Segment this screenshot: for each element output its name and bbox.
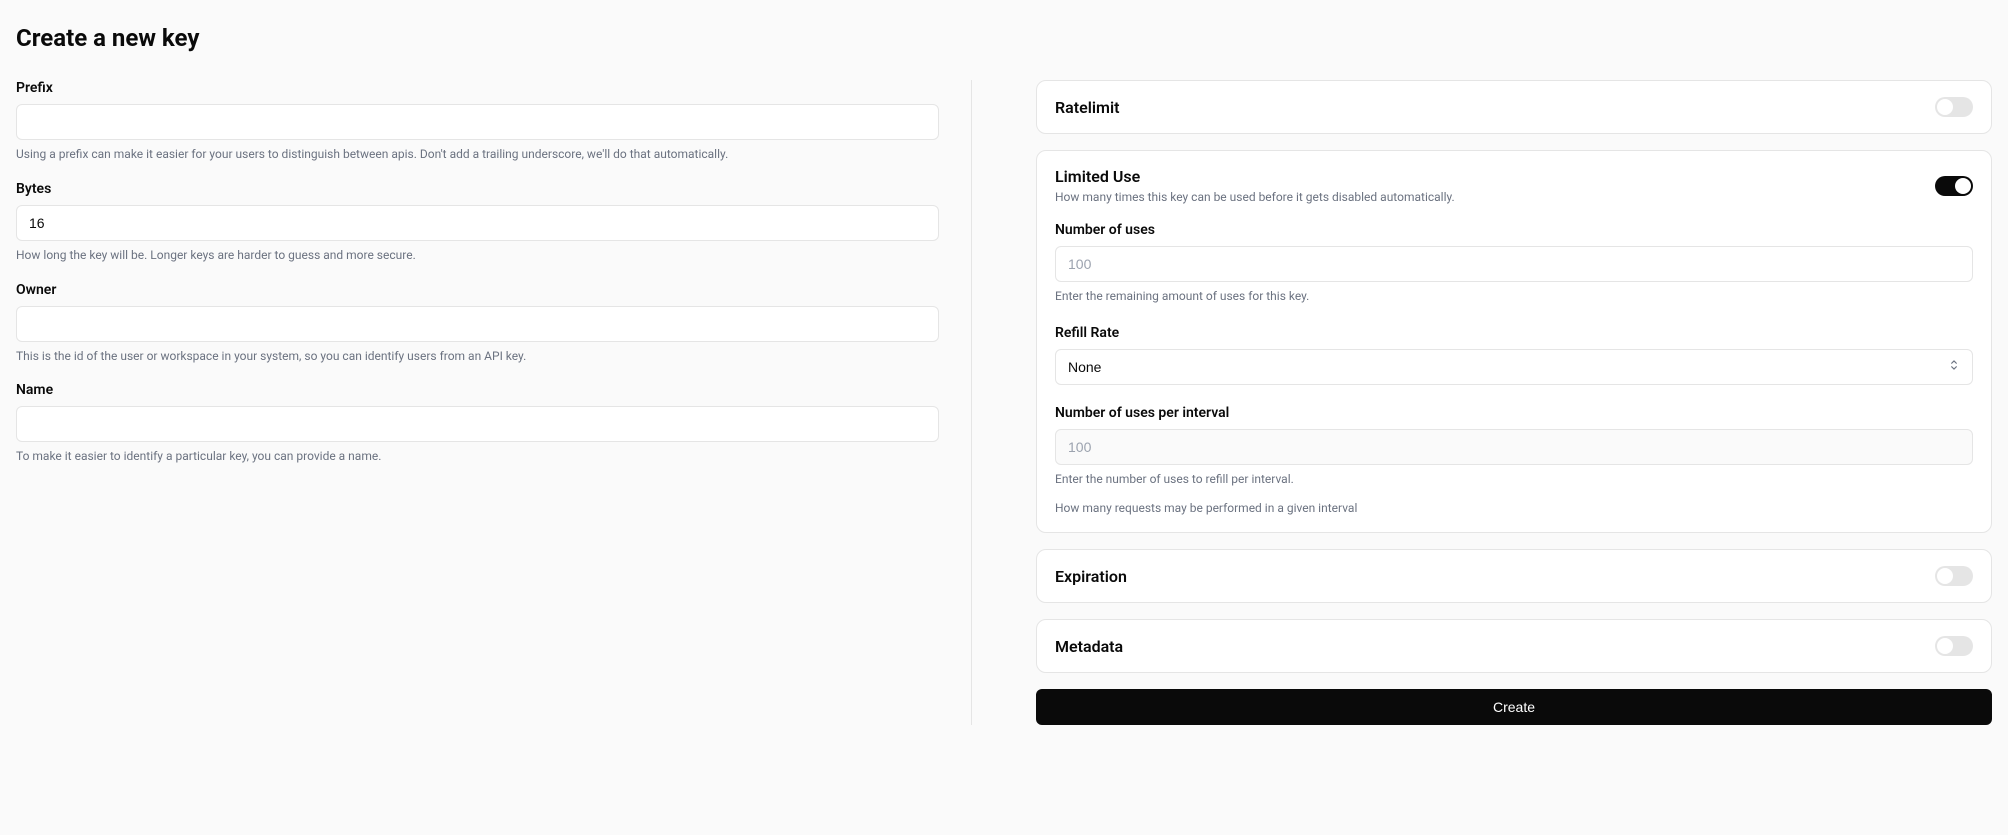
owner-label: Owner bbox=[16, 282, 939, 298]
owner-input[interactable] bbox=[16, 306, 939, 342]
expiration-card: Expiration bbox=[1036, 549, 1992, 603]
expiration-title: Expiration bbox=[1055, 567, 1127, 586]
page-title: Create a new key bbox=[16, 24, 1992, 52]
ratelimit-title: Ratelimit bbox=[1055, 98, 1119, 117]
metadata-toggle[interactable] bbox=[1935, 636, 1973, 656]
prefix-field: Prefix Using a prefix can make it easier… bbox=[16, 80, 939, 163]
limited-use-toggle[interactable] bbox=[1935, 176, 1973, 196]
refill-rate-label: Refill Rate bbox=[1055, 325, 1973, 341]
number-of-uses-help: Enter the remaining amount of uses for t… bbox=[1055, 288, 1973, 305]
expiration-toggle[interactable] bbox=[1935, 566, 1973, 586]
ratelimit-card: Ratelimit bbox=[1036, 80, 1992, 134]
prefix-help: Using a prefix can make it easier for yo… bbox=[16, 146, 939, 163]
create-button[interactable]: Create bbox=[1036, 689, 1992, 725]
bytes-help: How long the key will be. Longer keys ar… bbox=[16, 247, 939, 264]
metadata-title: Metadata bbox=[1055, 637, 1123, 656]
number-of-uses-input[interactable] bbox=[1055, 246, 1973, 282]
limited-use-subtitle: How many times this key can be used befo… bbox=[1055, 190, 1455, 204]
owner-field: Owner This is the id of the user or work… bbox=[16, 282, 939, 365]
refill-rate-select[interactable]: None bbox=[1055, 349, 1973, 385]
owner-help: This is the id of the user or workspace … bbox=[16, 348, 939, 365]
uses-per-interval-field: Number of uses per interval Enter the nu… bbox=[1055, 405, 1973, 517]
bytes-field: Bytes How long the key will be. Longer k… bbox=[16, 181, 939, 264]
limited-use-card: Limited Use How many times this key can … bbox=[1036, 150, 1992, 533]
uses-per-interval-input[interactable] bbox=[1055, 429, 1973, 465]
prefix-label: Prefix bbox=[16, 80, 939, 96]
uses-per-interval-label: Number of uses per interval bbox=[1055, 405, 1973, 421]
number-of-uses-label: Number of uses bbox=[1055, 222, 1973, 238]
bytes-input[interactable] bbox=[16, 205, 939, 241]
prefix-input[interactable] bbox=[16, 104, 939, 140]
name-input[interactable] bbox=[16, 406, 939, 442]
bytes-label: Bytes bbox=[16, 181, 939, 197]
ratelimit-toggle[interactable] bbox=[1935, 97, 1973, 117]
metadata-card: Metadata bbox=[1036, 619, 1992, 673]
uses-per-interval-help: Enter the number of uses to refill per i… bbox=[1055, 471, 1973, 488]
uses-per-interval-footnote: How many requests may be performed in a … bbox=[1055, 500, 1973, 517]
name-help: To make it easier to identify a particul… bbox=[16, 448, 939, 465]
number-of-uses-field: Number of uses Enter the remaining amoun… bbox=[1055, 222, 1973, 305]
name-field: Name To make it easier to identify a par… bbox=[16, 382, 939, 465]
name-label: Name bbox=[16, 382, 939, 398]
limited-use-title: Limited Use bbox=[1055, 167, 1455, 186]
refill-rate-field: Refill Rate None bbox=[1055, 325, 1973, 385]
